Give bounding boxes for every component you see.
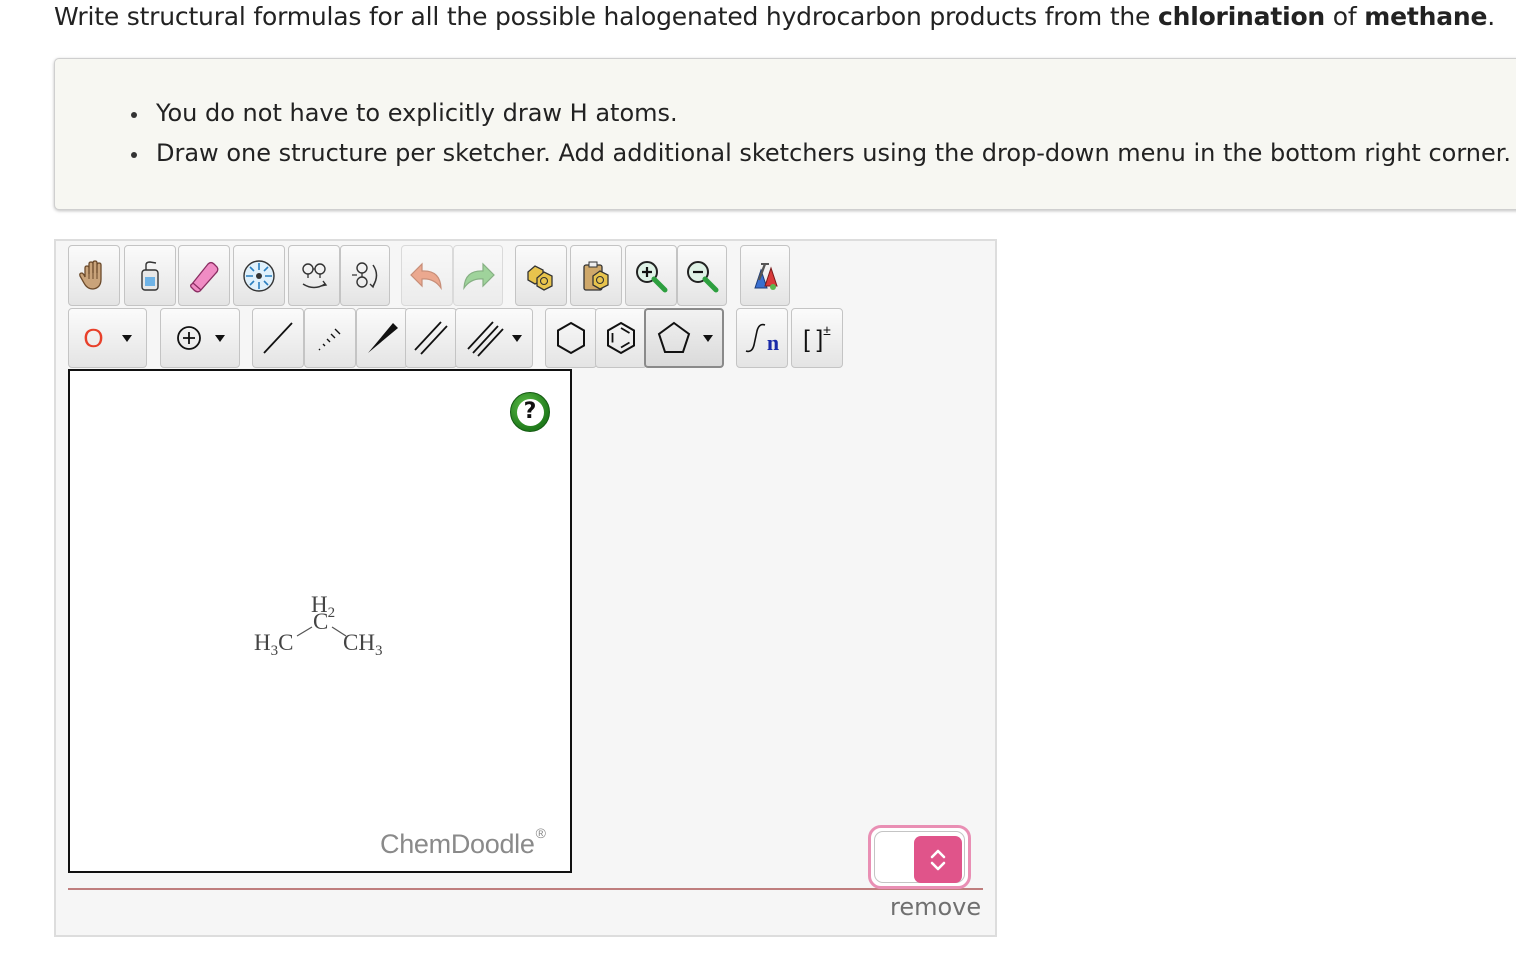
- question-middle: of: [1325, 2, 1365, 31]
- atom-ch3-left: H3C: [254, 630, 293, 659]
- question-prefix: Write structural formulas for all the po…: [54, 2, 1158, 31]
- instruction-item: You do not have to explicitly draw H ato…: [123, 93, 1511, 133]
- registered-mark: ®: [535, 825, 546, 841]
- paste-button[interactable]: [570, 245, 622, 306]
- instruction-item: Draw one structure per sketcher. Add add…: [123, 133, 1511, 173]
- double-bond-button[interactable]: [405, 308, 457, 368]
- undo-icon: [410, 262, 442, 290]
- sketcher-canvas[interactable]: ? H3C H2 C CH3 ChemDoodle®: [68, 369, 572, 873]
- question-bold-chlorination: chlorination: [1158, 2, 1326, 31]
- single-bond-button[interactable]: [252, 308, 304, 368]
- atom-ch3-right: CH3: [343, 630, 382, 659]
- chevron-down-icon: [215, 334, 225, 342]
- copy-icon: [527, 264, 553, 291]
- add-sketcher-select[interactable]: [868, 825, 971, 889]
- divider: [68, 888, 983, 890]
- updown-chevron-icon: [930, 849, 946, 870]
- dashed-bond-button[interactable]: [304, 308, 356, 368]
- paste-icon: [583, 261, 609, 291]
- charge-dropdown[interactable]: [160, 308, 240, 368]
- wedge-bond-icon: [368, 323, 398, 353]
- flip-horizontal-icon: [302, 262, 328, 288]
- benzene-button[interactable]: [595, 308, 647, 368]
- plus-charge-icon: [177, 326, 201, 350]
- molecule-structure[interactable]: H3C H2 C CH3: [70, 371, 570, 871]
- redo-icon: [463, 262, 495, 290]
- eraser-icon: [190, 261, 219, 292]
- instructions-list: You do not have to explicitly draw H ato…: [123, 93, 1511, 173]
- lasso-tool-button[interactable]: [124, 245, 176, 306]
- element-label: O: [83, 322, 104, 353]
- zoom-in-icon: [636, 260, 668, 292]
- double-bond-icon: [414, 321, 448, 355]
- hand-tool-button[interactable]: [68, 245, 120, 306]
- clean-button[interactable]: [740, 245, 790, 306]
- flip-vertical-icon: [352, 261, 378, 288]
- single-bond-icon: [263, 322, 293, 354]
- instructions-box: You do not have to explicitly draw H ato…: [54, 58, 1516, 210]
- eraser-tool-button[interactable]: [178, 245, 230, 306]
- repeat-unit-button[interactable]: n: [736, 308, 788, 368]
- repeat-unit-icon: [745, 323, 766, 353]
- center-icon: [243, 259, 275, 292]
- hand-icon: [79, 259, 102, 290]
- bracket-label: [ ]: [803, 326, 824, 353]
- repeat-unit-label: n: [766, 330, 780, 355]
- cyclopentane-icon: [657, 321, 691, 353]
- atom-c-center: C: [313, 609, 328, 634]
- watermark-text: ChemDoodle: [380, 829, 535, 859]
- clean-icon: [754, 262, 778, 290]
- undo-button[interactable]: [401, 245, 453, 306]
- lasso-icon: [141, 260, 159, 291]
- dashed-bond-icon: [318, 328, 341, 351]
- question-suffix: .: [1487, 2, 1495, 31]
- question-text: Write structural formulas for all the po…: [54, 2, 1495, 31]
- chevron-down-icon: [121, 334, 132, 342]
- zoom-out-icon: [687, 260, 719, 292]
- bracket-charge-sup: ±: [823, 322, 831, 338]
- triple-bond-icon: [467, 321, 504, 357]
- flip-vertical-button[interactable]: [340, 245, 390, 306]
- zoom-in-button[interactable]: [625, 245, 677, 306]
- chemdoodle-watermark: ChemDoodle®: [380, 825, 546, 860]
- triple-bond-dropdown[interactable]: [455, 308, 533, 368]
- question-bold-methane: methane: [1364, 2, 1488, 31]
- zoom-out-button[interactable]: [677, 245, 727, 306]
- element-dropdown[interactable]: O: [68, 308, 147, 368]
- select-arrow-button[interactable]: [914, 836, 962, 883]
- redo-button[interactable]: [453, 245, 503, 306]
- cyclohexane-icon: [557, 321, 585, 355]
- cyclohexane-button[interactable]: [545, 308, 597, 368]
- bracket-charge-button[interactable]: [ ] ±: [791, 308, 843, 368]
- chevron-down-icon: [512, 334, 522, 342]
- benzene-icon: [607, 321, 635, 355]
- wedge-bond-button[interactable]: [356, 308, 408, 368]
- copy-button[interactable]: [515, 245, 567, 306]
- center-tool-button[interactable]: [233, 245, 285, 306]
- remove-link[interactable]: remove: [890, 893, 981, 921]
- chevron-down-icon: [703, 334, 713, 342]
- cyclopentane-dropdown[interactable]: [644, 308, 724, 368]
- flip-horizontal-button[interactable]: [288, 245, 340, 306]
